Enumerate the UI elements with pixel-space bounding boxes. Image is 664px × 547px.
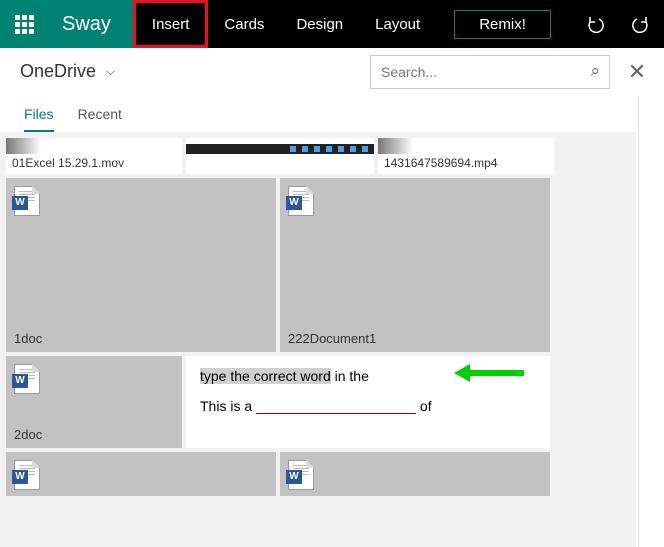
file-tile-video[interactable]: 01Excel 15.29.1.mov <box>6 138 182 174</box>
file-tile-video[interactable]: 1431647589694.mp4 <box>378 138 554 174</box>
main-menu: Insert Cards Design Layout <box>133 0 436 48</box>
file-tile-video[interactable] <box>186 138 374 174</box>
source-bar: OneDrive ⌵ ⌕ ✕ <box>0 48 664 96</box>
video-thumbnail <box>186 138 374 154</box>
file-label: 222Document1 <box>288 331 376 346</box>
file-tile-image[interactable]: type the correct word in the This is a o… <box>186 356 550 448</box>
menu-insert[interactable]: Insert <box>133 0 209 48</box>
menu-cards[interactable]: Cards <box>208 0 280 48</box>
redo-icon <box>631 14 651 34</box>
remix-button[interactable]: Remix! <box>454 10 551 39</box>
video-thumbnail <box>6 138 182 154</box>
right-rail <box>638 96 664 547</box>
video-thumbnail <box>378 138 554 154</box>
word-doc-icon: W <box>14 364 40 394</box>
waffle-icon <box>15 15 34 34</box>
app-launcher-button[interactable] <box>0 0 48 48</box>
file-label: 1431647589694.mp4 <box>378 154 554 174</box>
menu-layout[interactable]: Layout <box>359 0 436 48</box>
source-location-dropdown[interactable]: OneDrive ⌵ <box>0 61 115 82</box>
file-grid: ▴ 01Excel 15.29.1.mov 1431647589694.mp4 … <box>0 132 636 547</box>
file-tile-doc[interactable]: W <box>6 452 276 496</box>
tab-files[interactable]: Files <box>24 106 54 132</box>
word-doc-icon: W <box>288 186 314 216</box>
undo-button[interactable] <box>572 0 618 48</box>
undo-icon <box>585 14 605 34</box>
search-icon[interactable]: ⌕ <box>590 61 600 81</box>
file-tile-doc[interactable]: W 222Document1 <box>280 178 550 352</box>
top-bar: Sway Insert Cards Design Layout Remix! <box>0 0 664 48</box>
remix-wrap: Remix! <box>454 0 551 48</box>
tab-recent[interactable]: Recent <box>78 106 122 130</box>
close-panel-button[interactable]: ✕ <box>610 59 664 85</box>
view-tabs: Files Recent <box>0 96 664 132</box>
file-label <box>186 154 374 174</box>
file-label: 1doc <box>14 331 42 346</box>
close-icon: ✕ <box>628 59 646 85</box>
menu-design[interactable]: Design <box>280 0 359 48</box>
annotation-arrow-icon <box>468 370 524 376</box>
file-tile-doc[interactable]: W <box>280 452 550 496</box>
word-doc-icon: W <box>288 460 314 490</box>
app-brand[interactable]: Sway <box>48 0 133 48</box>
image-preview-content: type the correct word in the This is a o… <box>186 356 550 426</box>
history-controls <box>572 0 664 48</box>
search-wrap: ⌕ <box>370 55 610 89</box>
word-doc-icon: W <box>14 460 40 490</box>
file-label: 01Excel 15.29.1.mov <box>6 154 182 174</box>
chevron-down-icon: ⌵ <box>106 64 115 79</box>
source-location-label: OneDrive <box>20 61 96 82</box>
file-tile-doc[interactable]: W 1doc <box>6 178 276 352</box>
search-input[interactable] <box>370 55 610 89</box>
word-doc-icon: W <box>14 186 40 216</box>
file-label: 2doc <box>14 427 42 442</box>
redo-button[interactable] <box>618 0 664 48</box>
file-tile-doc[interactable]: W 2doc <box>6 356 182 448</box>
